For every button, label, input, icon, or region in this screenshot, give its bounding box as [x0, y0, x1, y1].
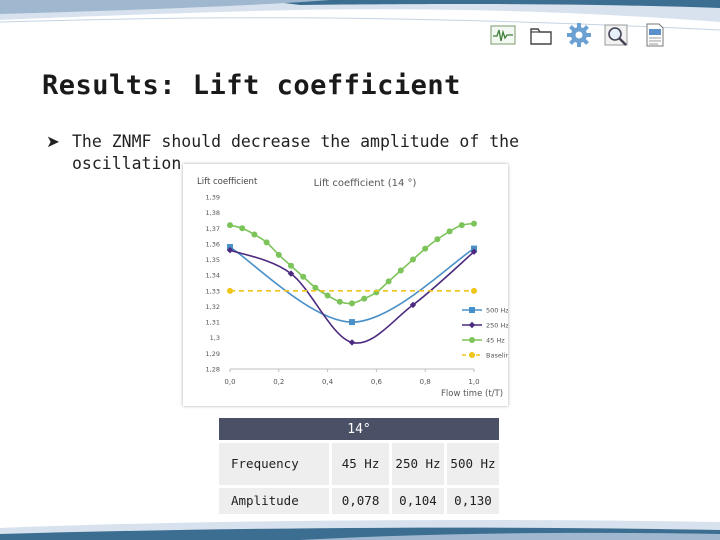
bullet-arrow-icon: ➤	[46, 132, 60, 151]
table-cell: 0,130	[444, 485, 499, 514]
x-tick-label: 0,6	[371, 378, 383, 386]
x-tick-label: 1,0	[468, 378, 479, 386]
chart-title: Lift coefficient (14 °)	[314, 178, 417, 189]
y-tick-label: 1,37	[206, 225, 220, 233]
table-cell: 0,104	[389, 485, 446, 514]
data-point-45-hz	[397, 267, 404, 274]
zoom-icon[interactable]	[604, 22, 630, 48]
legend-label: Baseline	[486, 352, 508, 360]
x-tick-label: 0,0	[224, 378, 235, 386]
data-point-45-hz	[361, 295, 368, 302]
toolbar	[490, 22, 668, 48]
table-row: Amplitude 0,078 0,104 0,130	[219, 485, 499, 514]
y-tick-label: 1,33	[206, 287, 220, 295]
data-point-baseline	[227, 287, 233, 294]
legend-marker-baseline	[469, 352, 475, 358]
table-cell: 45 Hz	[329, 440, 391, 487]
legend-marker-250-hz	[468, 321, 476, 329]
data-point-45-hz	[471, 220, 477, 227]
data-point-45-hz	[385, 278, 392, 285]
table-header: 14°	[219, 418, 499, 442]
y-tick-label: 1,28	[206, 366, 220, 374]
table-row-label: Frequency	[219, 440, 331, 487]
waveform-icon[interactable]	[490, 22, 516, 48]
data-point-45-hz	[288, 262, 294, 269]
data-point-45-hz	[422, 245, 429, 252]
y-tick-label: 1,34	[206, 272, 220, 280]
data-point-45-hz	[263, 239, 270, 246]
table-row: Frequency 45 Hz 250 Hz 500 Hz	[219, 440, 499, 487]
data-point-45-hz	[312, 284, 319, 291]
lift-coefficient-chart: Lift coefficient Lift coefficient (14 °) F…	[183, 164, 508, 406]
y-tick-label: 1,31	[206, 319, 220, 327]
y-tick-label: 1,36	[206, 240, 220, 248]
slide-title: Results: Lift coefficient	[42, 70, 461, 101]
x-tick-label: 0,4	[322, 378, 334, 386]
table-cell: 500 Hz	[444, 440, 499, 487]
legend-label: 500 Hz	[486, 307, 508, 315]
data-point-45-hz	[251, 231, 258, 238]
legend-label: 45 Hz	[486, 337, 505, 345]
data-point-45-hz	[275, 251, 282, 258]
table-cell: 250 Hz	[389, 440, 446, 487]
legend-marker-500-hz	[469, 307, 475, 313]
data-point-45-hz	[336, 298, 343, 305]
chart-canvas: Lift coefficient Lift coefficient (14 °) F…	[197, 177, 508, 399]
x-tick-label: 0,2	[273, 378, 284, 386]
chart-y-axis-label: Lift coefficient	[197, 177, 258, 187]
table-row-label: Amplitude	[219, 485, 331, 514]
data-point-45-hz	[446, 228, 453, 235]
amplitude-table: 14° Frequency 45 Hz 250 Hz 500 Hz Amplit…	[219, 418, 499, 514]
data-point-45-hz	[434, 236, 441, 243]
data-point-500-hz	[349, 319, 355, 326]
data-point-250-hz	[348, 339, 356, 346]
data-point-45-hz	[300, 273, 307, 280]
table-cell: 0,078	[329, 485, 391, 514]
bottom-footer-band	[0, 520, 720, 540]
data-point-45-hz	[349, 300, 355, 307]
y-tick-label: 1,3	[210, 334, 220, 342]
chart-x-axis-label: Flow time (t/T)	[441, 389, 503, 399]
folder-icon[interactable]	[528, 22, 554, 48]
data-point-45-hz	[227, 222, 233, 229]
data-point-45-hz	[410, 256, 416, 263]
gear-icon[interactable]	[566, 22, 592, 48]
y-tick-label: 1,39	[206, 194, 220, 202]
y-tick-label: 1,35	[206, 256, 220, 264]
y-tick-label: 1,32	[206, 303, 220, 311]
document-icon[interactable]	[642, 22, 668, 48]
x-tick-label: 0,8	[420, 378, 431, 386]
legend-marker-45-hz	[469, 337, 475, 343]
series-line-250-hz	[229, 249, 475, 344]
y-tick-label: 1,38	[206, 209, 220, 217]
y-tick-label: 1,29	[206, 350, 220, 358]
data-point-45-hz	[239, 225, 246, 232]
data-point-45-hz	[458, 222, 465, 229]
data-point-baseline	[471, 287, 477, 294]
data-point-45-hz	[324, 292, 331, 299]
legend-label: 250 Hz	[486, 322, 508, 330]
